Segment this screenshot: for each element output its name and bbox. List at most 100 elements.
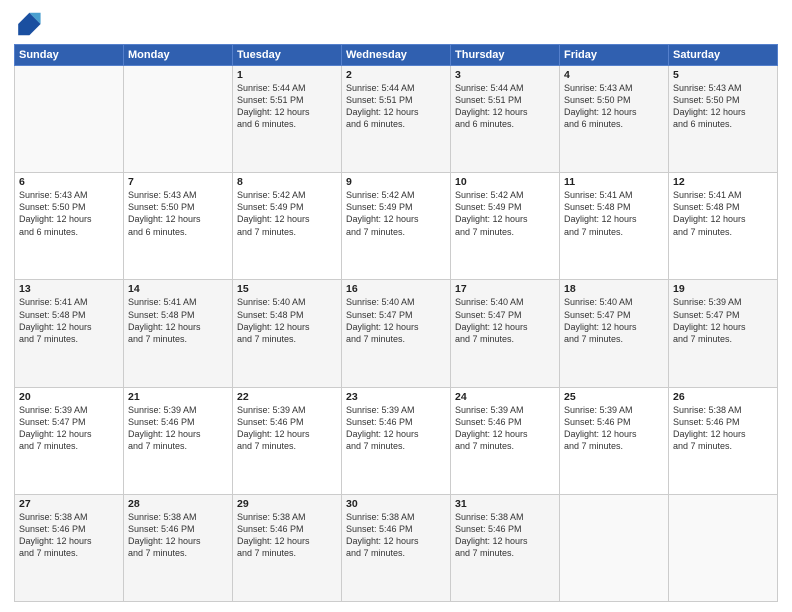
day-of-week-wednesday: Wednesday (342, 45, 451, 66)
day-info: Sunrise: 5:39 AM Sunset: 5:47 PM Dayligh… (673, 296, 773, 345)
day-info: Sunrise: 5:40 AM Sunset: 5:47 PM Dayligh… (346, 296, 446, 345)
day-number: 21 (128, 391, 228, 403)
day-cell (15, 66, 124, 173)
day-number: 15 (237, 283, 337, 295)
day-info: Sunrise: 5:39 AM Sunset: 5:47 PM Dayligh… (19, 404, 119, 453)
day-cell: 11Sunrise: 5:41 AM Sunset: 5:48 PM Dayli… (560, 173, 669, 280)
day-number: 18 (564, 283, 664, 295)
calendar-table: SundayMondayTuesdayWednesdayThursdayFrid… (14, 44, 778, 602)
day-info: Sunrise: 5:40 AM Sunset: 5:47 PM Dayligh… (455, 296, 555, 345)
week-row-3: 13Sunrise: 5:41 AM Sunset: 5:48 PM Dayli… (15, 280, 778, 387)
day-cell: 25Sunrise: 5:39 AM Sunset: 5:46 PM Dayli… (560, 387, 669, 494)
day-cell: 17Sunrise: 5:40 AM Sunset: 5:47 PM Dayli… (451, 280, 560, 387)
day-number: 7 (128, 176, 228, 188)
day-cell: 24Sunrise: 5:39 AM Sunset: 5:46 PM Dayli… (451, 387, 560, 494)
day-info: Sunrise: 5:39 AM Sunset: 5:46 PM Dayligh… (564, 404, 664, 453)
day-number: 3 (455, 69, 555, 81)
day-number: 13 (19, 283, 119, 295)
day-number: 29 (237, 498, 337, 510)
day-cell: 23Sunrise: 5:39 AM Sunset: 5:46 PM Dayli… (342, 387, 451, 494)
day-number: 12 (673, 176, 773, 188)
day-number: 5 (673, 69, 773, 81)
day-info: Sunrise: 5:38 AM Sunset: 5:46 PM Dayligh… (237, 511, 337, 560)
day-number: 17 (455, 283, 555, 295)
day-cell: 18Sunrise: 5:40 AM Sunset: 5:47 PM Dayli… (560, 280, 669, 387)
day-info: Sunrise: 5:41 AM Sunset: 5:48 PM Dayligh… (19, 296, 119, 345)
day-number: 14 (128, 283, 228, 295)
calendar-body: 1Sunrise: 5:44 AM Sunset: 5:51 PM Daylig… (15, 66, 778, 602)
day-info: Sunrise: 5:41 AM Sunset: 5:48 PM Dayligh… (128, 296, 228, 345)
day-number: 1 (237, 69, 337, 81)
day-number: 10 (455, 176, 555, 188)
day-info: Sunrise: 5:42 AM Sunset: 5:49 PM Dayligh… (455, 189, 555, 238)
day-number: 2 (346, 69, 446, 81)
day-cell: 20Sunrise: 5:39 AM Sunset: 5:47 PM Dayli… (15, 387, 124, 494)
day-number: 30 (346, 498, 446, 510)
day-cell: 10Sunrise: 5:42 AM Sunset: 5:49 PM Dayli… (451, 173, 560, 280)
day-number: 4 (564, 69, 664, 81)
day-number: 8 (237, 176, 337, 188)
day-cell: 12Sunrise: 5:41 AM Sunset: 5:48 PM Dayli… (669, 173, 778, 280)
day-cell: 9Sunrise: 5:42 AM Sunset: 5:49 PM Daylig… (342, 173, 451, 280)
day-info: Sunrise: 5:43 AM Sunset: 5:50 PM Dayligh… (673, 82, 773, 131)
day-cell: 29Sunrise: 5:38 AM Sunset: 5:46 PM Dayli… (233, 494, 342, 601)
day-cell: 28Sunrise: 5:38 AM Sunset: 5:46 PM Dayli… (124, 494, 233, 601)
day-cell: 3Sunrise: 5:44 AM Sunset: 5:51 PM Daylig… (451, 66, 560, 173)
day-of-week-friday: Friday (560, 45, 669, 66)
day-cell: 4Sunrise: 5:43 AM Sunset: 5:50 PM Daylig… (560, 66, 669, 173)
day-info: Sunrise: 5:43 AM Sunset: 5:50 PM Dayligh… (128, 189, 228, 238)
header (14, 10, 778, 38)
day-number: 24 (455, 391, 555, 403)
week-row-2: 6Sunrise: 5:43 AM Sunset: 5:50 PM Daylig… (15, 173, 778, 280)
day-info: Sunrise: 5:38 AM Sunset: 5:46 PM Dayligh… (346, 511, 446, 560)
day-info: Sunrise: 5:41 AM Sunset: 5:48 PM Dayligh… (673, 189, 773, 238)
day-info: Sunrise: 5:43 AM Sunset: 5:50 PM Dayligh… (19, 189, 119, 238)
day-cell: 6Sunrise: 5:43 AM Sunset: 5:50 PM Daylig… (15, 173, 124, 280)
day-cell (124, 66, 233, 173)
day-info: Sunrise: 5:44 AM Sunset: 5:51 PM Dayligh… (455, 82, 555, 131)
calendar-header: SundayMondayTuesdayWednesdayThursdayFrid… (15, 45, 778, 66)
day-of-week-tuesday: Tuesday (233, 45, 342, 66)
day-info: Sunrise: 5:44 AM Sunset: 5:51 PM Dayligh… (346, 82, 446, 131)
day-cell: 30Sunrise: 5:38 AM Sunset: 5:46 PM Dayli… (342, 494, 451, 601)
day-info: Sunrise: 5:40 AM Sunset: 5:47 PM Dayligh… (564, 296, 664, 345)
day-number: 16 (346, 283, 446, 295)
day-number: 22 (237, 391, 337, 403)
day-number: 20 (19, 391, 119, 403)
day-number: 26 (673, 391, 773, 403)
day-cell: 26Sunrise: 5:38 AM Sunset: 5:46 PM Dayli… (669, 387, 778, 494)
day-of-week-sunday: Sunday (15, 45, 124, 66)
day-info: Sunrise: 5:43 AM Sunset: 5:50 PM Dayligh… (564, 82, 664, 131)
day-of-week-thursday: Thursday (451, 45, 560, 66)
day-number: 6 (19, 176, 119, 188)
day-cell (669, 494, 778, 601)
logo (14, 10, 46, 38)
day-cell: 14Sunrise: 5:41 AM Sunset: 5:48 PM Dayli… (124, 280, 233, 387)
day-cell: 16Sunrise: 5:40 AM Sunset: 5:47 PM Dayli… (342, 280, 451, 387)
day-cell: 19Sunrise: 5:39 AM Sunset: 5:47 PM Dayli… (669, 280, 778, 387)
day-info: Sunrise: 5:38 AM Sunset: 5:46 PM Dayligh… (19, 511, 119, 560)
days-row: SundayMondayTuesdayWednesdayThursdayFrid… (15, 45, 778, 66)
calendar-page: SundayMondayTuesdayWednesdayThursdayFrid… (0, 0, 792, 612)
day-of-week-saturday: Saturday (669, 45, 778, 66)
day-info: Sunrise: 5:40 AM Sunset: 5:48 PM Dayligh… (237, 296, 337, 345)
day-info: Sunrise: 5:38 AM Sunset: 5:46 PM Dayligh… (673, 404, 773, 453)
day-cell: 13Sunrise: 5:41 AM Sunset: 5:48 PM Dayli… (15, 280, 124, 387)
day-info: Sunrise: 5:39 AM Sunset: 5:46 PM Dayligh… (128, 404, 228, 453)
day-cell: 5Sunrise: 5:43 AM Sunset: 5:50 PM Daylig… (669, 66, 778, 173)
day-cell: 31Sunrise: 5:38 AM Sunset: 5:46 PM Dayli… (451, 494, 560, 601)
day-number: 28 (128, 498, 228, 510)
week-row-1: 1Sunrise: 5:44 AM Sunset: 5:51 PM Daylig… (15, 66, 778, 173)
day-cell: 8Sunrise: 5:42 AM Sunset: 5:49 PM Daylig… (233, 173, 342, 280)
day-number: 31 (455, 498, 555, 510)
day-number: 19 (673, 283, 773, 295)
week-row-4: 20Sunrise: 5:39 AM Sunset: 5:47 PM Dayli… (15, 387, 778, 494)
day-info: Sunrise: 5:42 AM Sunset: 5:49 PM Dayligh… (346, 189, 446, 238)
day-number: 25 (564, 391, 664, 403)
day-cell: 15Sunrise: 5:40 AM Sunset: 5:48 PM Dayli… (233, 280, 342, 387)
day-info: Sunrise: 5:41 AM Sunset: 5:48 PM Dayligh… (564, 189, 664, 238)
day-info: Sunrise: 5:44 AM Sunset: 5:51 PM Dayligh… (237, 82, 337, 131)
day-of-week-monday: Monday (124, 45, 233, 66)
day-info: Sunrise: 5:39 AM Sunset: 5:46 PM Dayligh… (237, 404, 337, 453)
day-info: Sunrise: 5:38 AM Sunset: 5:46 PM Dayligh… (128, 511, 228, 560)
